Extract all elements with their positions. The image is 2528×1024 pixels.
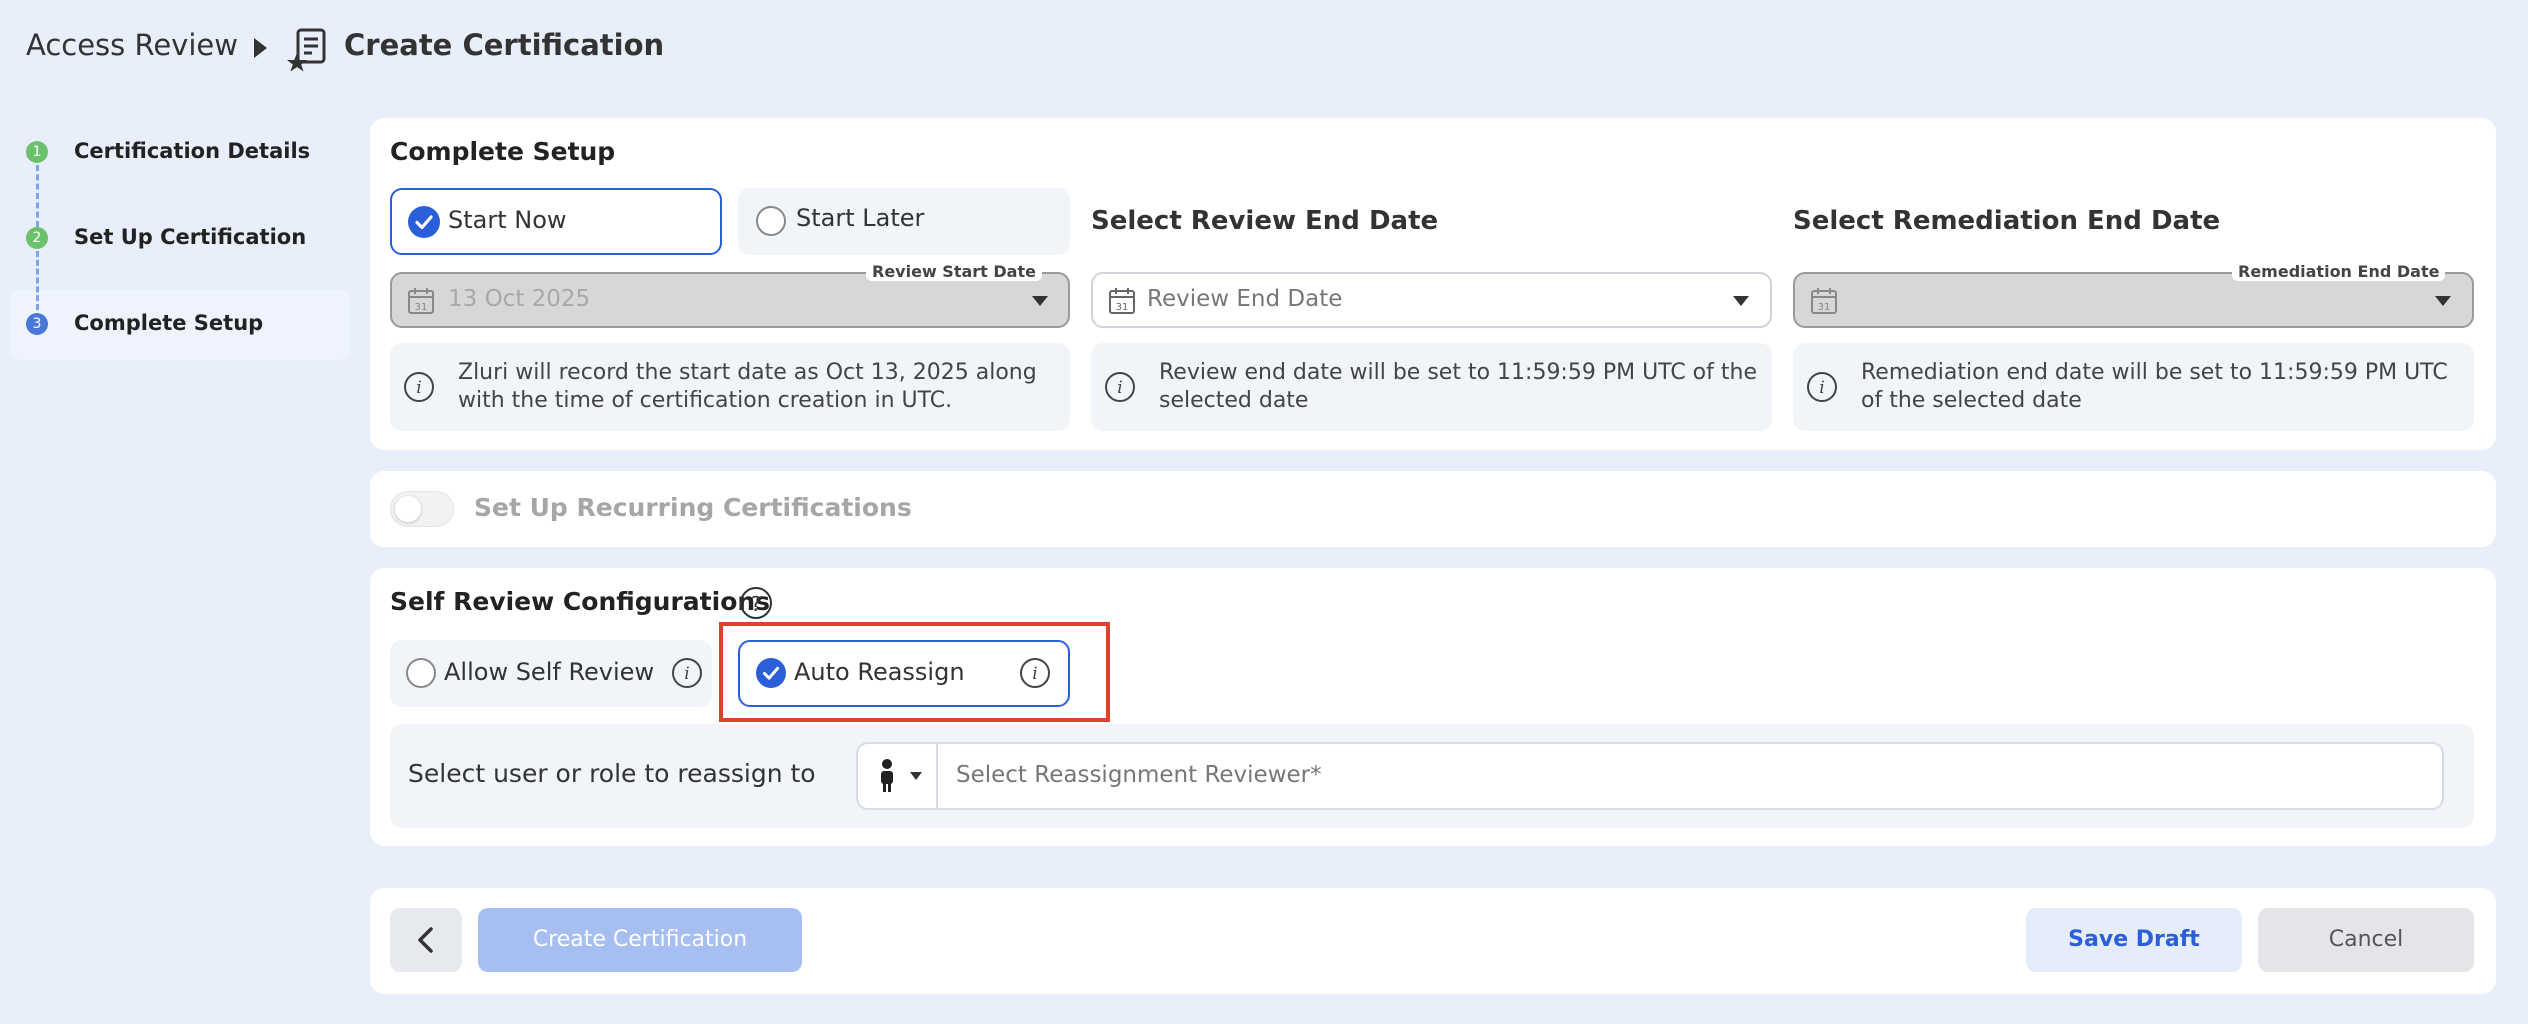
start-date-info-box: i Zluri will record the start date as Oc…: [390, 343, 1070, 431]
user-icon: [881, 759, 893, 792]
step-number-3: 3: [26, 313, 48, 335]
chevron-down-icon: [910, 772, 922, 780]
checked-radio-icon: [408, 206, 440, 238]
breadcrumb-arrow-icon: [254, 38, 267, 58]
reviewer-type-dropdown[interactable]: [858, 744, 938, 808]
chevron-down-icon: [2435, 296, 2451, 306]
calendar-day-text: 31: [1818, 302, 1831, 313]
remediation-end-date-label: Remediation End Date: [2232, 262, 2446, 281]
chevron-down-icon: [1032, 296, 1048, 306]
start-later-option[interactable]: Start Later: [738, 188, 1070, 255]
review-end-date-field[interactable]: 31 Review End Date: [1091, 272, 1772, 328]
start-later-label: Start Later: [796, 204, 925, 232]
recurring-label: Set Up Recurring Certifications: [474, 493, 912, 522]
info-icon[interactable]: i: [672, 658, 702, 688]
info-icon: i: [404, 372, 434, 402]
calendar-day-text: 31: [1116, 302, 1129, 313]
remediation-end-date-title: Select Remediation End Date: [1793, 206, 2221, 236]
reassignment-reviewer-placeholder: Select Reassignment Reviewer*: [956, 762, 1322, 788]
calendar-day-text: 31: [415, 302, 428, 313]
allow-self-review-label: Allow Self Review: [444, 658, 655, 686]
step-label-certification-details[interactable]: Certification Details: [74, 139, 310, 163]
start-now-option[interactable]: Start Now: [390, 188, 722, 255]
breadcrumb-access-review[interactable]: Access Review: [26, 28, 238, 62]
calendar-icon: 31: [408, 288, 434, 314]
reassign-panel: Select user or role to reassign to Selec…: [390, 724, 2474, 828]
calendar-icon: 31: [1811, 288, 1837, 314]
info-icon[interactable]: i: [1020, 658, 1050, 688]
review-start-date-label: Review Start Date: [866, 262, 1042, 281]
recurring-toggle[interactable]: [390, 491, 454, 527]
checked-radio-icon: [756, 658, 786, 688]
remediation-info-box: i Remediation end date will be set to 11…: [1793, 343, 2474, 431]
toggle-knob: [395, 496, 421, 522]
step-label-set-up-certification[interactable]: Set Up Certification: [74, 225, 306, 249]
review-end-info-text: Review end date will be set to 11:59:59 …: [1159, 360, 1757, 413]
stepper-connector: [36, 251, 39, 310]
step-number-1: 1: [26, 141, 48, 163]
back-button[interactable]: [390, 908, 462, 972]
unchecked-radio-icon: [756, 206, 786, 236]
reassign-to-label: Select user or role to reassign to: [408, 759, 816, 788]
review-start-date-value: 13 Oct 2025: [448, 286, 591, 312]
start-now-label: Start Now: [448, 206, 567, 234]
step-number-2: 2: [26, 227, 48, 249]
help-icon[interactable]: ?: [740, 587, 772, 619]
info-icon: i: [1105, 372, 1135, 402]
step-label-complete-setup[interactable]: Complete Setup: [74, 311, 263, 335]
reassignment-reviewer-field[interactable]: Select Reassignment Reviewer*: [856, 742, 2444, 810]
review-end-date-placeholder: Review End Date: [1147, 286, 1343, 312]
self-review-title: Self Review Configurations: [390, 587, 771, 616]
create-certification-button[interactable]: Create Certification: [478, 908, 802, 972]
chevron-left-icon: [418, 927, 433, 953]
info-icon: i: [1807, 372, 1837, 402]
unchecked-radio-icon: [406, 658, 436, 688]
allow-self-review-option[interactable]: Allow Self Review i: [390, 640, 712, 707]
certificate-icon: [287, 28, 326, 72]
auto-reassign-label: Auto Reassign: [794, 658, 965, 686]
save-draft-button[interactable]: Save Draft: [2026, 908, 2242, 972]
auto-reassign-option[interactable]: Auto Reassign i: [738, 640, 1070, 707]
stepper-connector: [36, 165, 39, 227]
cancel-button[interactable]: Cancel: [2258, 908, 2474, 972]
section-title-complete-setup: Complete Setup: [390, 137, 616, 166]
remediation-info-text: Remediation end date will be set to 11:5…: [1861, 360, 2448, 413]
start-date-info-text: Zluri will record the start date as Oct …: [458, 360, 1037, 413]
page-title: Create Certification: [344, 28, 665, 62]
review-end-info-box: i Review end date will be set to 11:59:5…: [1091, 343, 1772, 431]
review-end-date-title: Select Review End Date: [1091, 206, 1439, 236]
chevron-down-icon: [1733, 296, 1749, 306]
calendar-icon: 31: [1109, 288, 1135, 314]
